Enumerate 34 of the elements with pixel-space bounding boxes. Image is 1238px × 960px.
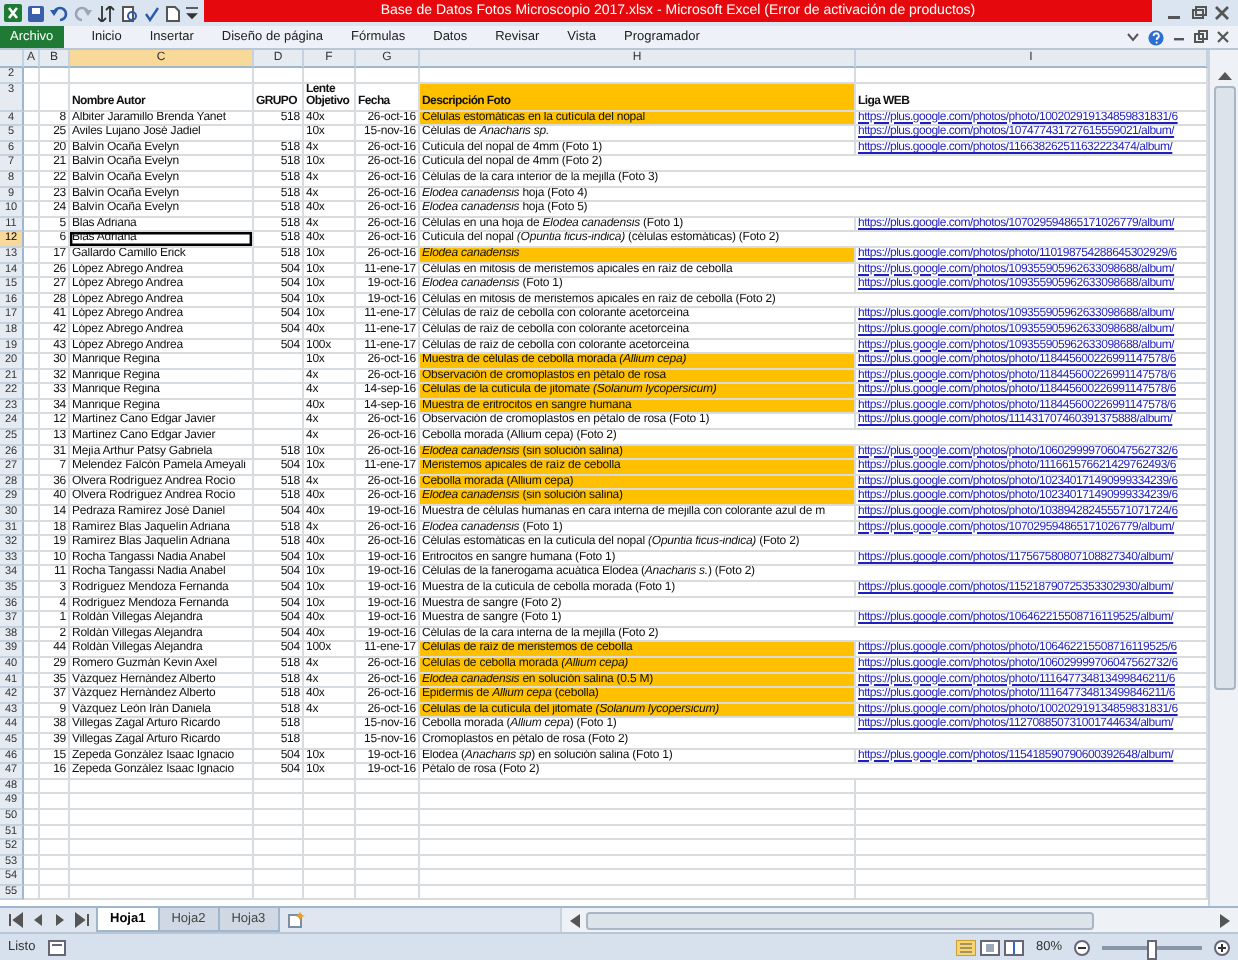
print-preview-icon[interactable] [122,5,138,21]
next-sheet-icon[interactable] [52,912,68,928]
vertical-scrollbar[interactable] [1208,50,1238,906]
customize-toolbar-icon[interactable] [186,5,198,21]
previous-sheet-icon[interactable] [30,912,46,928]
macro-record-icon[interactable] [47,939,66,955]
close-button[interactable] [1216,30,1230,44]
minimize-ribbon-icon[interactable] [1126,30,1140,44]
empty-cell [254,414,304,431]
new-document-icon[interactable] [166,5,180,21]
horizontal-scrollbar[interactable] [560,908,1238,932]
first-sheet-icon[interactable] [8,912,24,928]
restore-button[interactable] [1194,30,1208,44]
zoom-in-icon[interactable] [1214,939,1230,955]
insert-sheet-icon[interactable] [287,912,306,928]
scroll-right-icon[interactable] [1220,913,1230,927]
empty-cell [304,733,356,750]
last-sheet-icon[interactable] [74,912,90,928]
page-layout-icon[interactable] [979,939,1000,955]
empty-cell [40,83,70,112]
close-button[interactable] [1212,4,1232,22]
app-icon [4,4,22,22]
page-break-icon[interactable] [1003,939,1024,955]
scroll-left-icon[interactable] [570,913,580,927]
save-icon[interactable] [28,5,44,21]
zoom-slider[interactable] [1147,939,1157,959]
maximize-button[interactable] [1188,4,1208,22]
sort-icon[interactable] [98,5,116,21]
help-icon[interactable] [1148,29,1164,45]
scroll-up-icon[interactable] [1217,70,1231,80]
empty-cell [254,126,304,142]
undo-icon[interactable] [50,5,68,21]
spelling-icon[interactable] [144,5,160,21]
zoom-out-icon[interactable] [1074,939,1090,955]
